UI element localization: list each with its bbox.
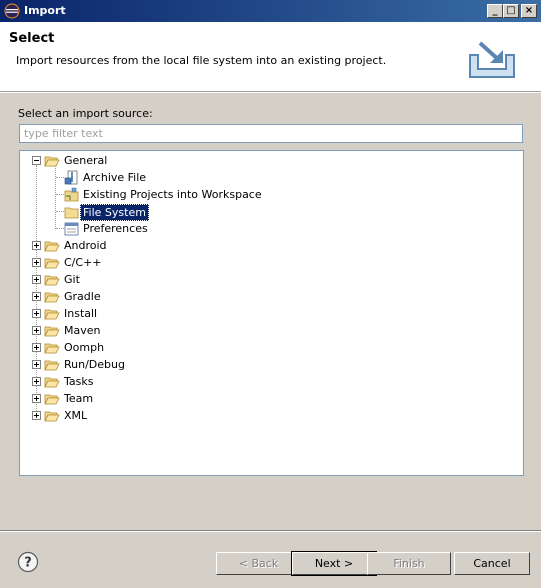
folder-open-icon: [44, 241, 60, 252]
tree-item-label: Archive File: [83, 171, 147, 184]
finish-button[interactable]: Finish: [367, 552, 451, 575]
folder-open-icon: [44, 360, 60, 371]
tree-item-label: Preferences: [83, 222, 148, 235]
tree-item-category[interactable]: Git: [20, 271, 523, 288]
tree-item-category[interactable]: Gradle: [20, 288, 523, 305]
tree-item-label: XML: [64, 409, 88, 422]
tree-item-label: Git: [64, 273, 80, 286]
folder-open-icon: [44, 292, 60, 303]
tree-item-label: Oomph: [64, 341, 105, 354]
page-description: Import resources from the local file sys…: [16, 54, 387, 67]
folder-open-icon: [44, 394, 60, 405]
archive-file-icon: [64, 170, 78, 185]
tree-item-label: Android: [64, 239, 107, 252]
close-button[interactable]: ×: [521, 4, 537, 18]
expand-icon[interactable]: [32, 326, 41, 335]
folder-open-icon: [44, 258, 60, 269]
next-button[interactable]: Next >: [291, 551, 377, 576]
tree-item-category[interactable]: Oomph: [20, 339, 523, 356]
folder-open-icon: [44, 275, 60, 286]
expand-icon[interactable]: [32, 258, 41, 267]
tree-item-category[interactable]: Team: [20, 390, 523, 407]
tree-item-existing-projects[interactable]: Existing Projects into Workspace: [20, 186, 523, 203]
tree-item-label: Gradle: [64, 290, 101, 303]
header-separator: [0, 92, 541, 93]
tree-item-archive-file[interactable]: Archive File: [20, 169, 523, 186]
filter-input[interactable]: [19, 124, 523, 143]
tree-item-category[interactable]: C/C++: [20, 254, 523, 271]
tree-item-label: General: [64, 154, 108, 167]
folder-open-icon: [44, 377, 60, 388]
import-wizard-icon: [469, 41, 515, 78]
expand-icon[interactable]: [32, 275, 41, 284]
window-title: Import: [24, 4, 66, 17]
expand-icon[interactable]: [32, 377, 41, 386]
expand-icon[interactable]: [32, 241, 41, 250]
folder-icon: [64, 207, 79, 219]
tree-item-label: C/C++: [64, 256, 102, 269]
expand-icon[interactable]: [32, 394, 41, 403]
tree-item-file-system[interactable]: File System: [20, 203, 523, 221]
svg-text:?: ?: [24, 556, 32, 571]
button-bar-separator: [0, 530, 541, 532]
tree-item-category[interactable]: Android: [20, 237, 523, 254]
cancel-button[interactable]: Cancel: [454, 552, 530, 575]
tree-item-category[interactable]: XML: [20, 407, 523, 424]
tree-item-general[interactable]: General: [20, 152, 523, 169]
help-icon[interactable]: ?: [17, 551, 39, 573]
folder-open-icon: [44, 309, 60, 320]
expand-icon[interactable]: [32, 309, 41, 318]
back-button[interactable]: < Back: [216, 552, 301, 575]
tree-item-category[interactable]: Tasks: [20, 373, 523, 390]
import-source-label: Select an import source:: [18, 107, 153, 120]
folder-open-icon: [44, 156, 60, 167]
import-source-tree[interactable]: General Archive File Existing Projects i…: [19, 150, 524, 476]
eclipse-icon: [4, 3, 20, 19]
title-bar[interactable]: Import _ □ ×: [0, 0, 541, 22]
maximize-button[interactable]: □: [503, 4, 519, 18]
expand-icon[interactable]: [32, 292, 41, 301]
tree-item-category[interactable]: Run/Debug: [20, 356, 523, 373]
tree-item-label: Install: [64, 307, 98, 320]
minimize-button[interactable]: _: [487, 4, 503, 18]
page-title: Select: [9, 31, 55, 46]
folder-open-icon: [44, 411, 60, 422]
tree-item-category[interactable]: Maven: [20, 322, 523, 339]
collapse-icon[interactable]: [32, 156, 41, 165]
tree-item-label: Team: [64, 392, 94, 405]
projects-folder-icon: [64, 187, 79, 202]
tree-item-label: Tasks: [64, 375, 94, 388]
tree-item-label: Maven: [64, 324, 101, 337]
tree-item-label: Existing Projects into Workspace: [83, 188, 262, 201]
folder-open-icon: [44, 326, 60, 337]
tree-item-category[interactable]: Install: [20, 305, 523, 322]
folder-open-icon: [44, 343, 60, 354]
tree-item-label: Run/Debug: [64, 358, 125, 371]
expand-icon[interactable]: [32, 343, 41, 352]
tree-item-label: File System: [80, 204, 149, 221]
wizard-header: Select Import resources from the local f…: [0, 22, 541, 92]
preferences-icon: [64, 222, 79, 236]
expand-icon[interactable]: [32, 360, 41, 369]
expand-icon[interactable]: [32, 411, 41, 420]
tree-item-preferences[interactable]: Preferences: [20, 220, 523, 237]
